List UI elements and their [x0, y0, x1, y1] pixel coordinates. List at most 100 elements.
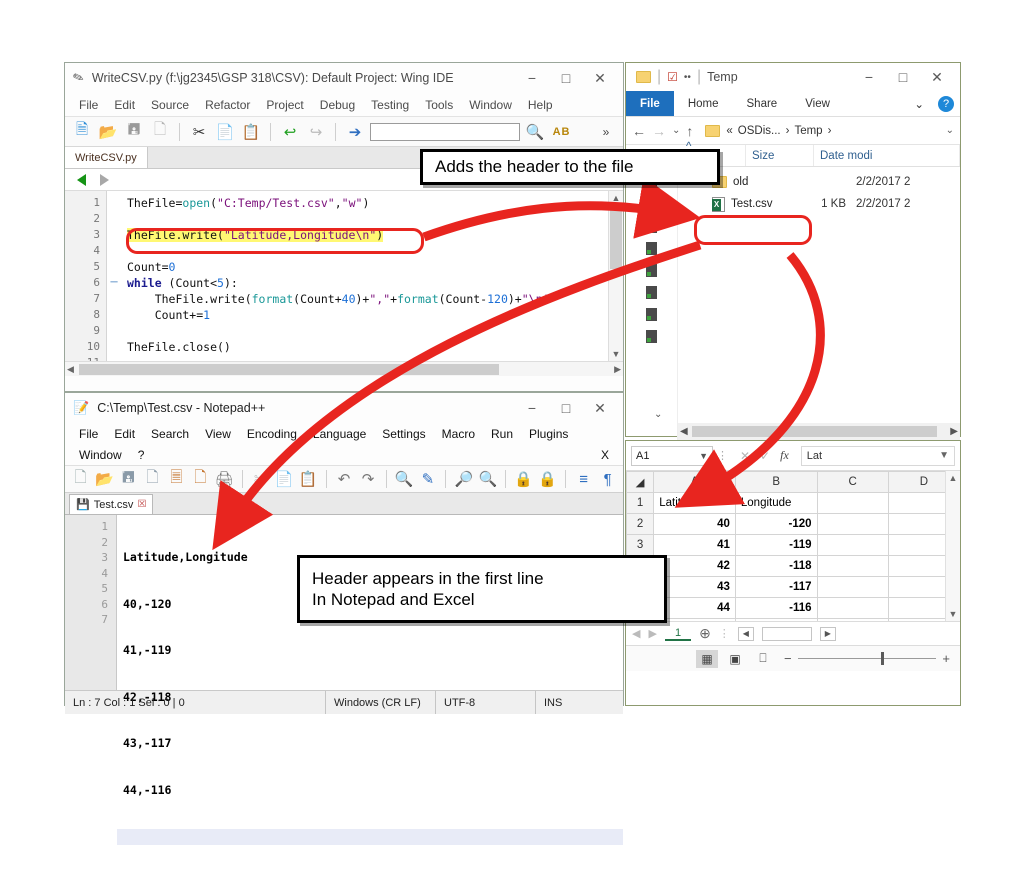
undo-icon[interactable]: ↶ — [334, 468, 355, 490]
cut-icon[interactable]: ✂ — [250, 468, 271, 490]
table-row[interactable]: 1 Latitude Longitude — [626, 492, 960, 514]
menu-window[interactable]: Window — [71, 448, 130, 462]
cell-c2[interactable] — [816, 513, 889, 535]
zoom-in-icon[interactable]: 🔎 — [453, 468, 474, 490]
nav-drive-item[interactable] — [626, 193, 677, 215]
scroll-down-icon[interactable]: ▼ — [612, 349, 621, 359]
menu-settings[interactable]: Settings — [374, 427, 433, 441]
close-icon[interactable]: 🗏 — [166, 468, 187, 490]
menu-help[interactable]: Help — [520, 98, 561, 112]
status-encoding[interactable]: UTF-8 — [435, 691, 535, 714]
scroll-right-icon[interactable]: ▶ — [950, 426, 958, 437]
properties-icon[interactable]: ☑ — [667, 70, 678, 84]
scroll-up-icon[interactable]: ▲ — [612, 193, 621, 203]
zoom-in-button[interactable]: + — [942, 651, 950, 666]
open-icon[interactable]: 📂 — [94, 468, 115, 490]
nav-drive-item[interactable] — [626, 303, 677, 325]
table-row[interactable]: 6 44 -116 — [626, 597, 960, 619]
column-header-date[interactable]: Date modi — [814, 145, 960, 166]
formula-expand-icon[interactable]: ▼ — [939, 450, 949, 461]
table-row[interactable]: 3 41 -119 — [626, 534, 960, 556]
select-pointer-icon[interactable]: ➔ — [344, 121, 366, 143]
save-all-icon[interactable]: 🗋 — [142, 468, 163, 490]
save-all-icon[interactable]: 🗋 — [149, 121, 171, 143]
explorer-nav-pane[interactable]: ⌄ — [626, 167, 678, 440]
overflow-chevron-icon[interactable]: » — [595, 121, 617, 143]
menu-file[interactable]: File — [71, 98, 106, 112]
chevron-down-icon[interactable]: ⌄ — [900, 91, 938, 116]
word-wrap-icon[interactable]: ≡ — [573, 468, 594, 490]
menu-tools[interactable]: Tools — [417, 98, 461, 112]
close-icon[interactable]: ✕ — [920, 64, 954, 90]
cell-c7[interactable] — [816, 618, 889, 621]
hscroll-right-icon[interactable]: ▶ — [819, 626, 836, 641]
cancel-x-icon[interactable]: ✕ — [740, 449, 750, 463]
menu-plugins[interactable]: Plugins — [521, 427, 576, 441]
maximize-icon[interactable]: □ — [549, 395, 583, 421]
paste-icon[interactable]: 📋 — [240, 121, 262, 143]
recent-chevron-icon[interactable]: ⌄ — [672, 125, 680, 136]
copy-icon[interactable]: 📄 — [214, 121, 236, 143]
tab-close-icon[interactable]: ☒ — [137, 499, 146, 510]
status-insert-mode[interactable]: INS — [535, 691, 623, 714]
excel-vertical-scrollbar[interactable]: ▲ ▼ — [945, 471, 960, 621]
sync-scroll-h-icon[interactable]: 🔒 — [537, 468, 558, 490]
wing-source-code[interactable]: TheFile=open("C:Temp/Test.csv","w") TheF… — [121, 191, 608, 361]
cell-c3[interactable] — [816, 534, 889, 556]
cell-b6[interactable]: -116 — [734, 597, 818, 619]
scroll-left-icon[interactable]: ◀ — [67, 364, 74, 375]
scroll-down-icon[interactable]: ▼ — [949, 609, 958, 619]
wing-fold-margin[interactable]: ─ — [107, 191, 121, 361]
tab-writecsv-py[interactable]: WriteCSV.py — [65, 147, 148, 168]
cell-b7[interactable] — [734, 618, 818, 621]
menu-source[interactable]: Source — [143, 98, 197, 112]
replace-icon[interactable]: ✎ — [417, 468, 438, 490]
chevron-down-icon[interactable]: ▼ — [699, 451, 708, 461]
cell-a3[interactable]: 41 — [653, 534, 736, 556]
sheet-hscroll-thumb[interactable] — [761, 626, 812, 641]
address-dropdown-icon[interactable]: ⌄ — [946, 125, 954, 136]
nav-forward-icon[interactable] — [100, 173, 109, 186]
nav-drive-item[interactable] — [626, 325, 677, 347]
list-item[interactable]: Test.csv 1 KB 2/2/2017 2 — [678, 193, 960, 215]
row-header[interactable]: 2 — [626, 513, 655, 535]
row-header[interactable]: 1 — [626, 492, 655, 514]
menu-encoding[interactable]: Encoding — [239, 427, 305, 441]
zoom-thumb[interactable] — [880, 652, 884, 665]
close-document-button[interactable]: X — [593, 448, 617, 462]
nav-drive-item[interactable] — [626, 259, 677, 281]
ribbon-tab-share[interactable]: Share — [733, 91, 792, 116]
find-icon[interactable]: 🔍 — [393, 468, 414, 490]
new-icon[interactable]: 🗋 — [70, 468, 91, 490]
cell-c6[interactable] — [816, 597, 889, 619]
close-all-icon[interactable]: 🗋 — [190, 468, 211, 490]
menu-help[interactable]: ? — [130, 448, 153, 462]
menu-window[interactable]: Window — [461, 98, 520, 112]
menu-testing[interactable]: Testing — [363, 98, 417, 112]
insert-function-icon[interactable]: fx — [780, 448, 789, 463]
menu-refactor[interactable]: Refactor — [197, 98, 258, 112]
column-header-b[interactable]: B — [734, 471, 818, 493]
wing-horizontal-scrollbar[interactable]: ◀ ▶ — [65, 361, 623, 376]
cell-c1[interactable] — [816, 492, 889, 514]
nav-drive-item[interactable] — [626, 237, 677, 259]
tab-test-csv[interactable]: 💾 Test.csv ☒ — [69, 494, 154, 514]
excel-grid-area[interactable]: ◢ A B C D 1 Latitude Longitude 2 40 -120 — [626, 471, 960, 621]
menu-language[interactable]: Language — [305, 427, 374, 441]
menu-search[interactable]: Search — [143, 427, 197, 441]
formula-input[interactable]: Lat ▼ — [800, 445, 955, 466]
hscroll-thumb[interactable] — [79, 364, 499, 375]
close-icon[interactable]: ✕ — [583, 65, 617, 91]
menu-macro[interactable]: Macro — [434, 427, 483, 441]
nav-drive-item[interactable] — [626, 215, 677, 237]
search-input[interactable] — [370, 122, 520, 141]
cell-b3[interactable]: -119 — [734, 534, 818, 556]
wing-vertical-scrollbar[interactable]: ▲ ▼ — [608, 191, 623, 361]
redo-icon[interactable]: ↪ — [305, 121, 327, 143]
redo-icon[interactable]: ↷ — [358, 468, 379, 490]
column-header-a[interactable]: A — [653, 471, 736, 493]
scroll-thumb[interactable] — [610, 209, 622, 269]
menu-edit[interactable]: Edit — [106, 98, 143, 112]
sheet-nav-next-icon[interactable]: ▶ — [648, 627, 656, 640]
wing-code-area[interactable]: 12 34 56 78 910 11 ─ TheFile=open("C:Tem… — [65, 191, 623, 361]
